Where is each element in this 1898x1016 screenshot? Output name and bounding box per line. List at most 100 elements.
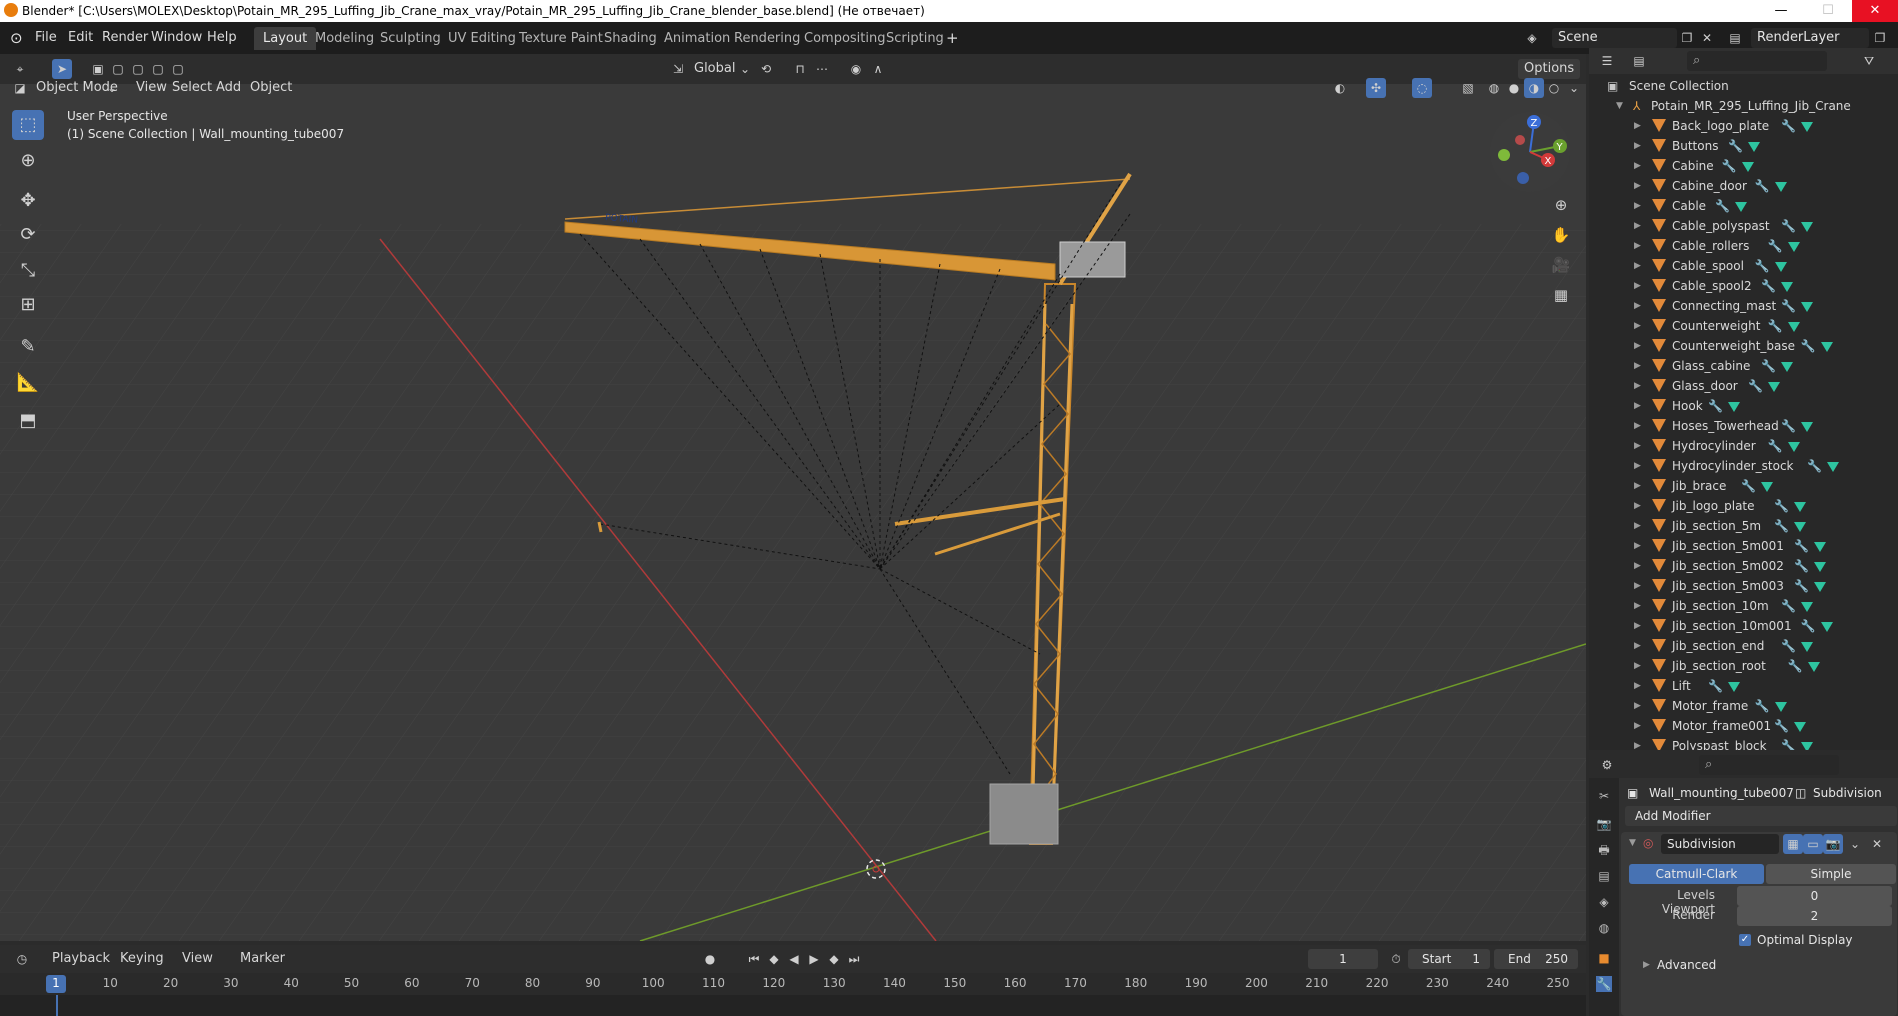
timeline-editor-icon[interactable]: ◷ xyxy=(12,949,32,969)
outliner-item[interactable]: ▶ Back_logo_plate 🔧 xyxy=(1589,116,1898,136)
filter-icon[interactable]: ⛛ xyxy=(1859,51,1879,71)
outliner-item[interactable]: ▶ Hydrocylinder_stock 🔧 xyxy=(1589,456,1898,476)
mesh-data-icon[interactable] xyxy=(1774,702,1787,712)
outliner-item[interactable]: ▶ Jib_section_end 🔧 xyxy=(1589,636,1898,656)
expand-arrow-icon[interactable]: ▶ xyxy=(1634,516,1641,536)
outliner-item[interactable]: ▶ Jib_section_10m001 🔧 xyxy=(1589,616,1898,636)
menu-view[interactable]: View xyxy=(176,949,219,969)
menu-help[interactable]: Help xyxy=(207,28,237,48)
add-cube-tool-icon[interactable]: ⬒ xyxy=(12,406,44,436)
expand-arrow-icon[interactable]: ▶ xyxy=(1634,396,1641,416)
mesh-data-icon[interactable] xyxy=(1781,362,1794,372)
expand-arrow-icon[interactable]: ▶ xyxy=(1634,476,1641,496)
remove-modifier-icon[interactable]: ✕ xyxy=(1867,834,1887,854)
expand-arrow-icon[interactable]: ▶ xyxy=(1634,596,1641,616)
mesh-data-icon[interactable] xyxy=(1768,382,1780,392)
outliner-item[interactable]: ▶ Jib_section_5m001 🔧 xyxy=(1589,536,1898,556)
menu-playback[interactable]: Playback xyxy=(46,949,116,969)
mesh-data-icon[interactable] xyxy=(1794,522,1807,532)
delete-scene-icon[interactable]: ✕ xyxy=(1697,28,1717,48)
jump-start-icon[interactable]: ⏮ xyxy=(744,949,764,969)
outliner-item[interactable]: ▶ Glass_cabine 🔧 xyxy=(1589,356,1898,376)
mesh-data-icon[interactable] xyxy=(1801,302,1813,312)
outliner-item[interactable]: ▶ Jib_section_5m002 🔧 xyxy=(1589,556,1898,576)
close-window-button[interactable]: ✕ xyxy=(1852,0,1898,22)
mesh-data-icon[interactable] xyxy=(1794,722,1807,732)
outliner-item[interactable]: ▶ Hydrocylinder 🔧 xyxy=(1589,436,1898,456)
outliner-item[interactable]: ▶ Jib_brace 🔧 xyxy=(1589,476,1898,496)
outliner-item[interactable]: ▶ Cabine_door 🔧 xyxy=(1589,176,1898,196)
outliner-item[interactable]: ▶ Glass_door 🔧 xyxy=(1589,376,1898,396)
viewport-toggle-icon[interactable]: ▭ xyxy=(1803,834,1823,854)
edit-mode-toggle-icon[interactable]: ▦ xyxy=(1783,834,1803,854)
timeline-body[interactable] xyxy=(0,995,1586,1016)
modifier-wrench-icon[interactable]: 🔧 xyxy=(1781,216,1796,236)
modifier-wrench-icon[interactable]: 🔧 xyxy=(1794,556,1809,576)
expand-arrow-icon[interactable]: ▶ xyxy=(1634,416,1641,436)
annotate-tool-icon[interactable]: ✎ xyxy=(12,332,44,362)
navigation-gizmo[interactable]: Z Y X xyxy=(1480,108,1580,196)
modifier-wrench-icon[interactable]: 🔧 xyxy=(1755,696,1770,716)
modifier-wrench-icon[interactable]: 🔧 xyxy=(1755,256,1770,276)
view-layer-tab-icon[interactable]: ▤ xyxy=(1596,868,1612,884)
outliner-item[interactable]: ▶ Cable 🔧 xyxy=(1589,196,1898,216)
outliner-item[interactable]: ▶ Motor_frame 🔧 xyxy=(1589,696,1898,716)
modifier-wrench-icon[interactable]: 🔧 xyxy=(1768,316,1783,336)
mesh-data-icon[interactable] xyxy=(1761,482,1774,492)
outliner-item[interactable]: ▶ Counterweight_base 🔧 xyxy=(1589,336,1898,356)
outliner-item[interactable]: ▶ Jib_section_5m003 🔧 xyxy=(1589,576,1898,596)
outliner-item[interactable]: ▶ Buttons 🔧 xyxy=(1589,136,1898,156)
outliner-item[interactable]: ▶ Hook 🔧 xyxy=(1589,396,1898,416)
new-scene-icon[interactable]: ❐ xyxy=(1677,28,1697,48)
view-layer-icon[interactable]: ▤ xyxy=(1725,28,1745,48)
expand-arrow-icon[interactable]: ▶ xyxy=(1634,736,1641,750)
outliner-item[interactable]: ▶ Lift 🔧 xyxy=(1589,676,1898,696)
modifier-wrench-icon[interactable]: 🔧 xyxy=(1768,236,1783,256)
outliner-item[interactable]: ▶ Cable_polyspast 🔧 xyxy=(1589,216,1898,236)
world-tab-icon[interactable]: ◍ xyxy=(1596,920,1612,936)
outliner-item[interactable]: ▶ Cabine 🔧 xyxy=(1589,156,1898,176)
auto-keying-icon[interactable]: ● xyxy=(700,949,720,969)
next-keyframe-icon[interactable]: ◆ xyxy=(824,949,844,969)
modifier-wrench-icon[interactable]: 🔧 xyxy=(1741,476,1756,496)
mesh-data-icon[interactable] xyxy=(1801,122,1813,132)
expand-arrow-icon[interactable]: ▶ xyxy=(1634,296,1641,316)
expand-arrow-icon[interactable]: ▶ xyxy=(1634,496,1641,516)
rotate-tool-icon[interactable]: ⟳ xyxy=(12,220,44,250)
expand-arrow-icon[interactable]: ▶ xyxy=(1634,696,1641,716)
advanced-label[interactable]: Advanced xyxy=(1657,958,1716,972)
modifier-wrench-icon[interactable]: 🔧 xyxy=(1801,616,1816,636)
outliner-item[interactable]: ▶ Counterweight 🔧 xyxy=(1589,316,1898,336)
properties-search-input[interactable]: ⌕ xyxy=(1699,755,1839,775)
expand-arrow-icon[interactable]: ▶ xyxy=(1634,636,1641,656)
outliner-item[interactable]: ▶ Polyspast_block 🔧 xyxy=(1589,736,1898,750)
mesh-data-icon[interactable] xyxy=(1814,542,1827,552)
expand-arrow-icon[interactable]: ▶ xyxy=(1634,256,1641,276)
output-tab-icon[interactable]: 🖶 xyxy=(1596,842,1612,858)
mesh-data-icon[interactable] xyxy=(1774,182,1787,192)
mesh-data-icon[interactable] xyxy=(1781,282,1794,292)
rendered-shading-icon[interactable]: ○ xyxy=(1544,78,1564,98)
expand-arrow-icon[interactable]: ▶ xyxy=(1634,236,1641,256)
modifier-wrench-icon[interactable]: 🔧 xyxy=(1807,456,1822,476)
properties-editor-icon[interactable]: ⚙ xyxy=(1597,755,1617,775)
shading-options-icon[interactable]: ⌄ xyxy=(1564,78,1584,98)
outliner-editor-icon[interactable]: ☰ xyxy=(1597,51,1617,71)
tab-scripting[interactable]: Scripting xyxy=(877,27,953,50)
scene-field[interactable]: Scene xyxy=(1552,28,1677,48)
modifier-wrench-icon[interactable]: 🔧 xyxy=(1761,356,1776,376)
mesh-data-icon[interactable] xyxy=(1820,342,1833,352)
expand-arrow-icon[interactable]: ▶ xyxy=(1634,116,1641,136)
expand-arrow-icon[interactable]: ▶ xyxy=(1634,436,1641,456)
overlays-toggle-icon[interactable]: ◌ xyxy=(1412,78,1432,98)
outliner-item[interactable]: ▶ Jib_section_root 🔧 xyxy=(1589,656,1898,676)
pan-hand-icon[interactable]: ✋ xyxy=(1548,222,1574,248)
modifier-wrench-icon[interactable]: 🔧 xyxy=(1781,416,1796,436)
modifier-wrench-icon[interactable]: 🔧 xyxy=(1774,716,1789,736)
menu-render[interactable]: Render xyxy=(102,28,148,48)
material-shading-icon[interactable]: ◑ xyxy=(1524,78,1544,98)
visibility-icon[interactable]: ◐ xyxy=(1330,78,1350,98)
modifier-wrench-icon[interactable]: 🔧 xyxy=(1781,596,1796,616)
modifier-wrench-icon[interactable]: 🔧 xyxy=(1708,396,1723,416)
expand-arrow-icon[interactable]: ▶ xyxy=(1634,336,1641,356)
